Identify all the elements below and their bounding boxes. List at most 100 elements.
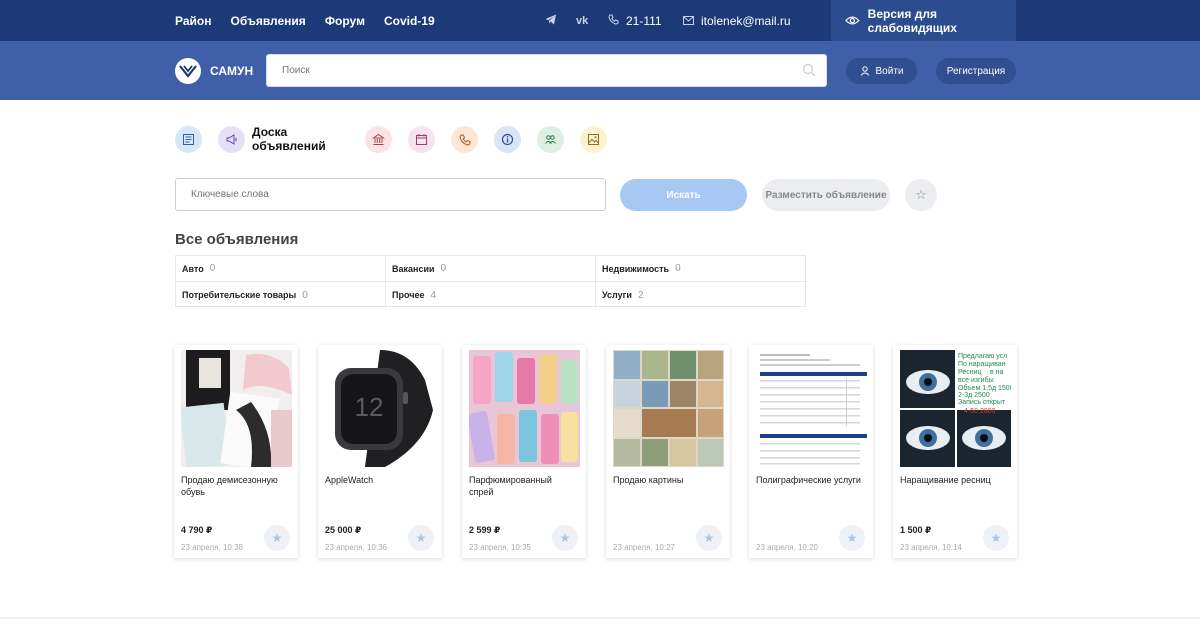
- top-bar: Район Объявления Форум Covid-19 vk 21-11…: [0, 0, 1200, 41]
- svg-text:12: 12: [355, 392, 384, 422]
- calendar-icon[interactable]: [408, 126, 435, 153]
- ad-card[interactable]: 12 AppleWatch 25 000 ₽ 23 апреля, 10:36 …: [318, 345, 442, 558]
- news-icon[interactable]: [175, 126, 202, 153]
- ad-card[interactable]: Продаю картины 23 апреля, 10:27 ★: [606, 345, 730, 558]
- all-ads-title: Все объявления: [175, 231, 299, 248]
- ad-title[interactable]: AppleWatch: [325, 474, 433, 486]
- place-ad-button[interactable]: Разместить объявление: [762, 179, 890, 211]
- ad-card[interactable]: Полиграфические услуги 23 апреля, 10:20 …: [749, 345, 873, 558]
- eyelash-text-9: 4-50 2800: [964, 408, 996, 415]
- low-vision-button[interactable]: Версия для слабовидящих: [831, 0, 1016, 41]
- favorite-star-icon[interactable]: ★: [408, 525, 434, 551]
- ad-image[interactable]: 12: [325, 350, 436, 467]
- eyelash-text-5: все изгибы: [958, 376, 994, 384]
- eyelash-text-2: По наращиван: [958, 361, 1006, 368]
- email-address[interactable]: itolenek@mail.ru: [701, 14, 791, 28]
- logo-emblem-icon: [175, 58, 201, 84]
- board-title-line1: Доска: [252, 125, 288, 139]
- info-icon[interactable]: [494, 126, 521, 153]
- category-count: 0: [675, 263, 681, 274]
- ad-price: 4 790 ₽: [181, 525, 213, 535]
- eye-icon: [845, 16, 860, 25]
- category-name: Недвижимость: [602, 263, 670, 274]
- favorite-star-icon[interactable]: ★: [696, 525, 722, 551]
- board-title: Доска объявлений: [252, 125, 326, 153]
- keywords-field: [175, 178, 606, 211]
- category-cell[interactable]: Вакансии 0: [386, 256, 596, 282]
- favorite-star-icon[interactable]: ★: [552, 525, 578, 551]
- ad-title[interactable]: Парфюмированный спрей: [469, 474, 577, 498]
- category-count: 4: [430, 289, 437, 301]
- board-title-line2: объявлений: [252, 139, 326, 153]
- phone-section-icon[interactable]: [451, 126, 478, 153]
- phone-icon: [608, 14, 619, 28]
- phone-number[interactable]: 21-111: [626, 14, 662, 28]
- email-icon: [683, 14, 694, 28]
- site-search-input[interactable]: [267, 55, 826, 86]
- category-cell[interactable]: Недвижимость 0: [596, 256, 807, 282]
- favorites-button[interactable]: ☆: [905, 179, 937, 211]
- ad-date: 23 апреля, 10:20: [756, 543, 818, 552]
- login-label: Войти: [875, 65, 904, 77]
- category-cell[interactable]: Услуги 2: [596, 282, 807, 308]
- ad-title[interactable]: Наращивание ресниц: [900, 474, 1008, 486]
- bank-icon[interactable]: [365, 126, 392, 153]
- ad-price: 1 500 ₽: [900, 525, 932, 535]
- register-label: Регистрация: [946, 65, 1006, 77]
- user-icon: [860, 66, 869, 76]
- low-vision-label: Версия для слабовидящих: [867, 6, 957, 35]
- ad-image[interactable]: [181, 350, 292, 467]
- ad-title[interactable]: Полиграфические услуги: [756, 474, 864, 486]
- logo-text: САМУН: [210, 64, 254, 78]
- category-table: Авто 0 Вакансии 0 Недвижимость 0 Потребител…: [175, 255, 807, 308]
- search-icon[interactable]: [802, 63, 816, 77]
- category-count: 0: [302, 289, 308, 301]
- site-logo[interactable]: САМУН: [175, 58, 253, 84]
- gallery-icon[interactable]: [580, 126, 607, 153]
- eyelash-text-6: Объем 1,5д 1500: [958, 384, 1011, 392]
- eyelash-text-7: 2-3д 2500: [958, 392, 990, 399]
- favorite-star-icon[interactable]: ★: [839, 525, 865, 551]
- vk-icon[interactable]: vk: [576, 15, 588, 27]
- category-cell[interactable]: Авто 0: [176, 256, 386, 282]
- favorite-star-icon[interactable]: ★: [264, 525, 290, 551]
- ad-card[interactable]: Продаю демисезонную обувь 4 790 ₽ 23 апр…: [174, 345, 298, 558]
- category-cell[interactable]: Потребительские товары 0: [176, 282, 386, 308]
- ad-date: 23 апреля, 10:27: [613, 543, 675, 552]
- ad-date: 23 апреля, 10:36: [325, 543, 387, 552]
- top-nav: Район Объявления Форум Covid-19: [175, 0, 435, 41]
- login-button[interactable]: Войти: [846, 58, 917, 84]
- ad-title[interactable]: Продаю картины: [613, 474, 721, 486]
- favorite-star-icon[interactable]: ★: [983, 525, 1009, 551]
- ad-card[interactable]: Предлагаю усл По наращиван Ресниц в на в…: [893, 345, 1017, 558]
- nav-covid[interactable]: Covid-19: [384, 14, 435, 28]
- register-button[interactable]: Регистрация: [936, 58, 1016, 84]
- ad-image[interactable]: [756, 350, 867, 467]
- keywords-input[interactable]: [176, 179, 605, 210]
- eyelash-text-8: Запись открыт: [958, 399, 1006, 406]
- category-cell[interactable]: Прочее 4: [386, 282, 596, 308]
- category-count: 2: [637, 289, 644, 301]
- ad-image[interactable]: Предлагаю усл По наращиван Ресниц в на в…: [900, 350, 1011, 467]
- nav-ads[interactable]: Объявления: [230, 14, 305, 28]
- ad-image[interactable]: [613, 350, 724, 467]
- ad-card[interactable]: Парфюмированный спрей 2 599 ₽ 23 апреля,…: [462, 345, 586, 558]
- category-name: Услуги: [602, 290, 632, 300]
- ad-price: 2 599 ₽: [469, 525, 501, 535]
- nav-district[interactable]: Район: [175, 14, 211, 28]
- search-button[interactable]: Искать: [620, 179, 747, 211]
- category-name: Вакансии: [392, 263, 435, 274]
- ad-date: 23 апреля, 10:35: [469, 543, 531, 552]
- ad-price: 25 000 ₽: [325, 525, 362, 535]
- divider: [0, 617, 1200, 619]
- nav-forum[interactable]: Форум: [325, 14, 365, 28]
- eyelash-text-3: Ресниц: [958, 369, 982, 376]
- ad-title[interactable]: Продаю демисезонную обувь: [181, 474, 289, 498]
- ad-image[interactable]: [469, 350, 580, 467]
- category-name: Потребительские товары: [182, 290, 297, 300]
- people-icon[interactable]: [537, 126, 564, 153]
- eyelash-text-4: в на: [990, 369, 1004, 376]
- megaphone-icon[interactable]: [218, 126, 245, 153]
- eyelash-text-1: Предлагаю усл: [958, 353, 1007, 360]
- telegram-icon[interactable]: [545, 14, 557, 28]
